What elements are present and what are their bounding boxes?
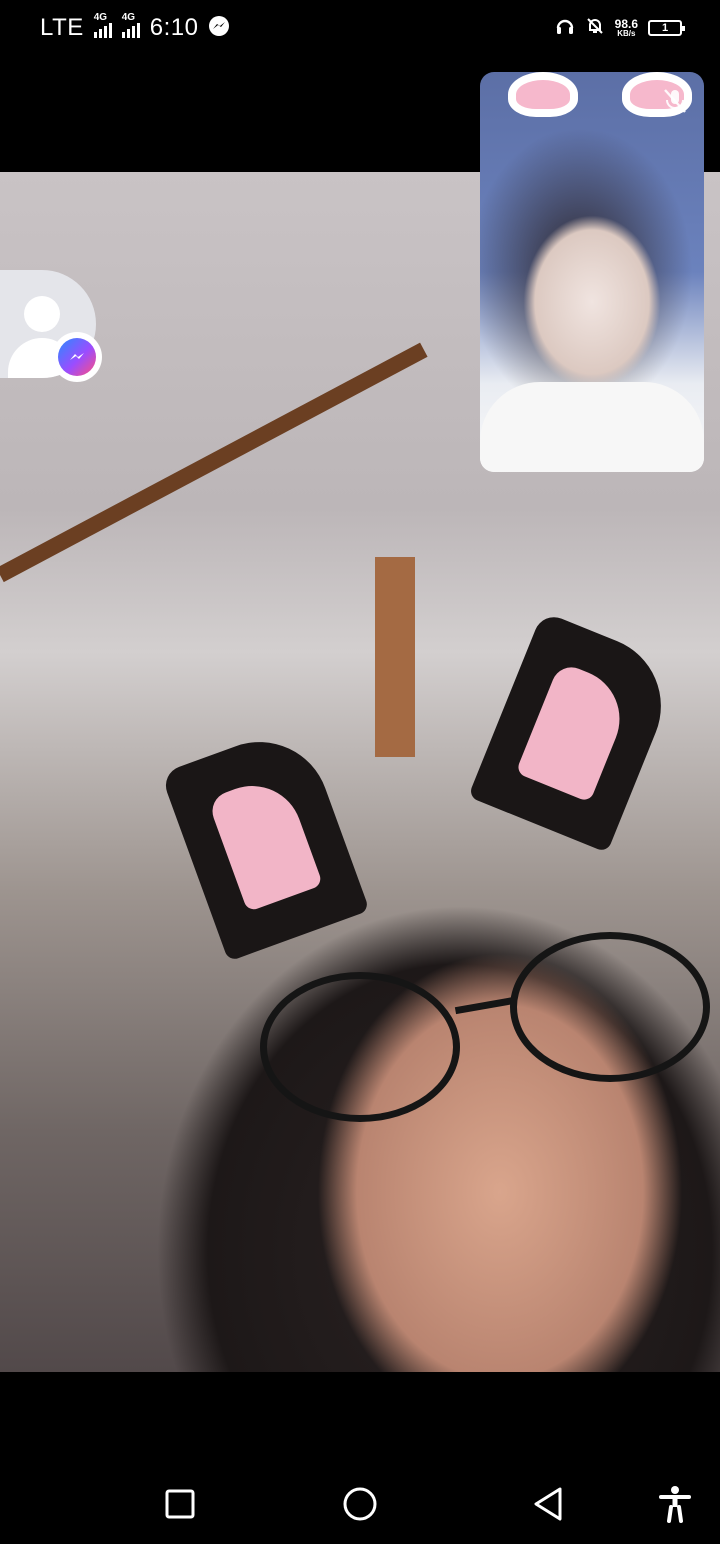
status-left: LTE 4G 4G 6:10	[40, 12, 230, 42]
recents-button[interactable]	[160, 1484, 200, 1524]
messenger-icon	[58, 338, 96, 376]
network-type-label: LTE	[40, 14, 84, 41]
home-button[interactable]	[340, 1484, 380, 1524]
circle-icon	[343, 1487, 377, 1521]
sim1-signal-icon: 4G	[93, 12, 112, 38]
headphones-icon	[555, 16, 575, 41]
status-bar: LTE 4G 4G 6:10 98.6 KB/s 1	[0, 0, 720, 56]
self-view-video[interactable]	[480, 72, 704, 472]
accessibility-button[interactable]	[655, 1484, 695, 1524]
back-button[interactable]	[528, 1484, 568, 1524]
square-icon	[165, 1489, 195, 1519]
network-speed-unit: KB/s	[617, 29, 636, 38]
network-speed: 98.6 KB/s	[615, 18, 638, 38]
back-triangle-icon	[534, 1487, 562, 1521]
glasses	[250, 932, 710, 1132]
cat-ear-filter-right	[468, 611, 682, 853]
messenger-notification-icon	[208, 15, 230, 42]
cat-ear-filter-left	[160, 722, 370, 962]
battery-level: 1	[661, 22, 669, 34]
sim1-tag: 4G	[93, 12, 108, 23]
clock: 6:10	[149, 14, 199, 41]
status-right: 98.6 KB/s 1	[555, 16, 685, 41]
mic-off-icon	[660, 86, 690, 116]
bunny-ear-filter-left	[508, 72, 578, 117]
accessibility-icon	[659, 1486, 691, 1523]
sim2-signal-icon: 4G	[121, 12, 140, 38]
default-avatar-icon	[24, 296, 60, 332]
battery-icon: 1	[648, 20, 685, 36]
navigation-bar	[0, 1460, 720, 1544]
ceiling-pole	[375, 557, 415, 757]
messenger-badge	[52, 332, 102, 382]
notifications-off-icon	[585, 16, 605, 41]
sim2-tag: 4G	[121, 12, 136, 23]
self-view-shirt	[480, 382, 704, 472]
